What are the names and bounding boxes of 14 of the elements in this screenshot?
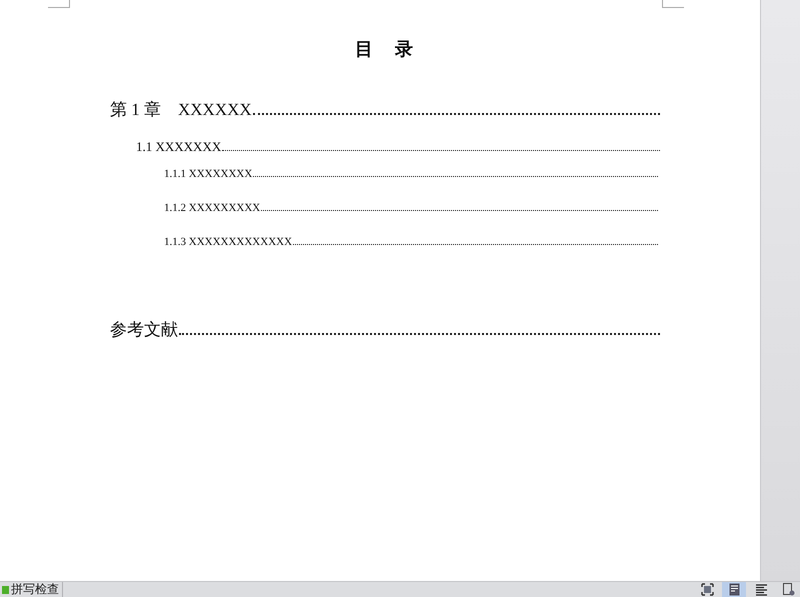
toc-entry[interactable]: 1.1.2 XXXXXXXXX xyxy=(164,191,260,225)
toc-entry[interactable]: 1.1.1 XXXXXXXX xyxy=(164,157,252,191)
toc-entry[interactable]: 参考文献 xyxy=(110,318,178,342)
page-view-icon xyxy=(728,583,740,596)
outline-view-icon xyxy=(754,583,768,596)
toc-entry[interactable]: 1.1 XXXXXXX xyxy=(136,137,222,157)
full-screen-icon xyxy=(700,583,714,596)
document-title: 目 录 xyxy=(354,38,416,61)
web-view-icon xyxy=(782,583,794,596)
toc-entry[interactable]: 第 1 章 XXXXXX xyxy=(110,98,252,122)
toc-entry[interactable]: 1.1.3 XXXXXXXXXXXXX xyxy=(164,225,292,259)
status-icon xyxy=(2,586,9,594)
view-button[interactable] xyxy=(722,582,746,597)
spell-check-label[interactable]: 拼写检查 xyxy=(11,582,63,597)
